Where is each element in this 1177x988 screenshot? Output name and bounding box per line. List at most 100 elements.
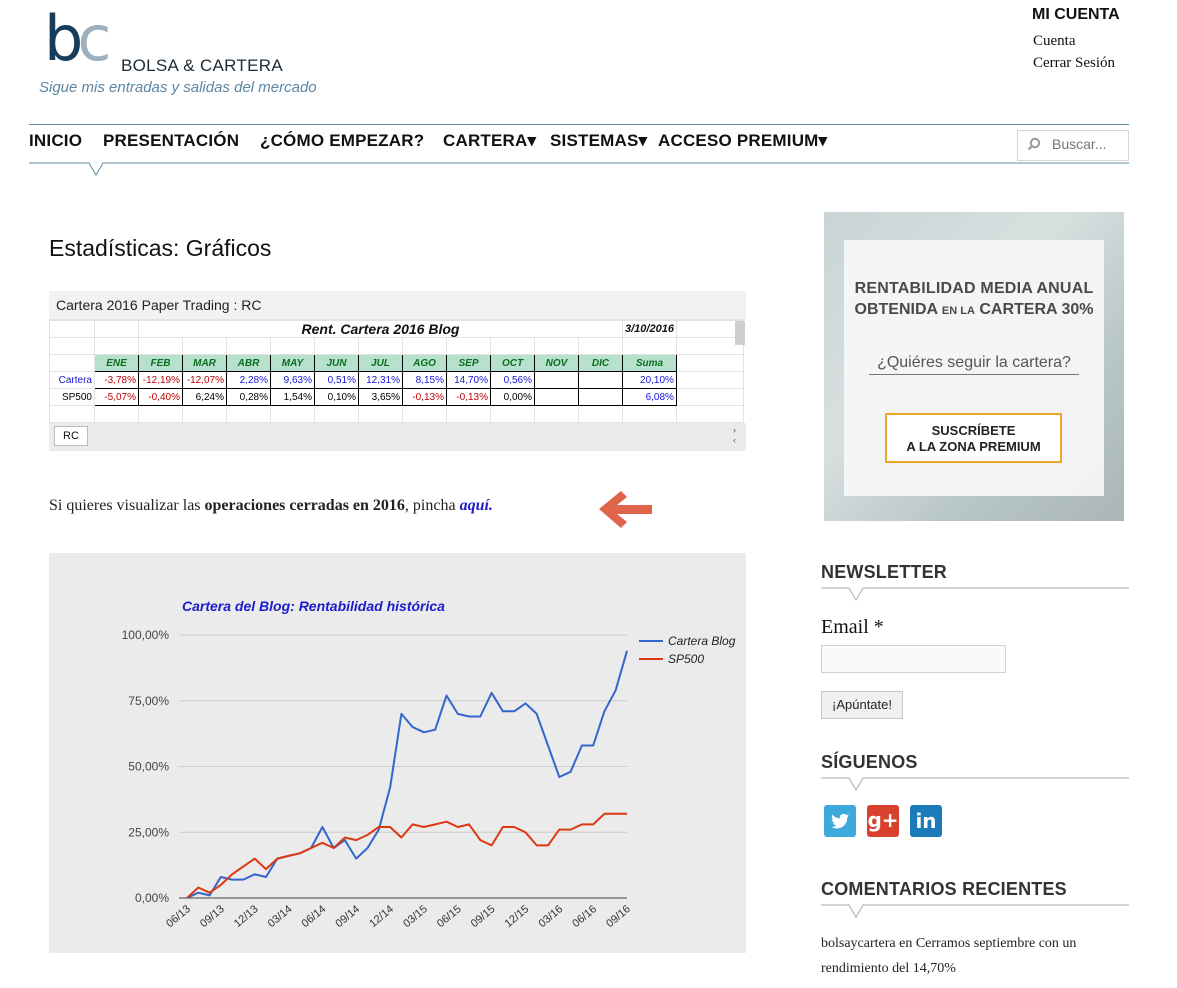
sheet-cell: 0,51% — [314, 371, 359, 389]
sheet-title: Cartera 2016 Paper Trading : RC — [56, 297, 262, 313]
nav-item-sistemas[interactable]: SISTEMAS▾ — [550, 131, 647, 151]
nav-item-presentacion[interactable]: PRESENTACIÓN — [103, 131, 239, 151]
sheet-cell: 3,65% — [358, 388, 403, 406]
sheet-cell: -0,13% — [446, 388, 491, 406]
subscribe-button[interactable]: ¡Apúntate! — [821, 691, 903, 719]
premium-promo-banner[interactable]: RENTABILIDAD MEDIA ANUAL OBTENIDA EN LA … — [824, 212, 1124, 521]
month-header: ENE — [94, 354, 139, 372]
sheet-cell: 0,56% — [490, 371, 535, 389]
sheet-scrollbar[interactable] — [735, 321, 745, 345]
arrow-left-icon — [599, 491, 652, 528]
y-tick-label: 50,00% — [128, 760, 169, 774]
month-header: MAR — [182, 354, 227, 372]
sheet-cell: 0,28% — [226, 388, 271, 406]
sheet-cell — [534, 371, 579, 389]
comment-connector: en — [895, 936, 916, 951]
sheet-cell: 0,10% — [314, 388, 359, 406]
x-tick-label: 06/16 — [570, 903, 599, 930]
recent-comments-heading: COMENTARIOS RECIENTES — [821, 879, 1067, 899]
sheet-cell: 0,00% — [490, 388, 535, 406]
search-input[interactable] — [1050, 135, 1128, 153]
month-header: DIC — [578, 354, 623, 372]
nav-item-inicio[interactable]: INICIO — [29, 131, 82, 151]
sheet-cell: -3,78% — [94, 371, 139, 389]
sheet-cell: -12,07% — [182, 371, 227, 389]
comments-divider — [821, 904, 1129, 918]
sheet-cell: 1,54% — [270, 388, 315, 406]
chart-title: Cartera del Blog: Rentabilidad histórica — [182, 598, 445, 614]
sheet-row-cartera: Cartera -3,78% -12,19% -12,07% 2,28% 9,6… — [49, 371, 744, 389]
nav-item-acceso-premium[interactable]: ACCESO PREMIUM▾ — [658, 131, 827, 151]
follow-heading: SÍGUENOS — [821, 752, 918, 772]
x-tick-label: 09/13 — [198, 903, 227, 930]
search-box[interactable] — [1017, 130, 1129, 161]
twitter-icon[interactable] — [824, 805, 856, 837]
promo-line2a: OBTENIDA — [854, 301, 942, 318]
line-chart: Cartera del Blog: Rentabilidad histórica… — [49, 553, 746, 953]
month-header: ABR — [226, 354, 271, 372]
sheet-cell: 2,28% — [226, 371, 271, 389]
y-tick-label: 75,00% — [128, 694, 169, 708]
sheet-row-sp500: SP500 -5,07% -0,40% 6,24% 0,28% 1,54% 0,… — [49, 388, 744, 406]
sheet-cell: 20,10% — [622, 371, 677, 389]
sheet-cell — [578, 371, 623, 389]
x-tick-label: 06/14 — [300, 903, 329, 930]
newsletter-heading: NEWSLETTER — [821, 562, 947, 582]
site-logo[interactable]: bc — [44, 8, 111, 70]
sheet-header: Cartera 2016 Paper Trading : RC — [49, 291, 746, 320]
aqui-link[interactable]: aquí. — [460, 497, 493, 514]
nav-bottom-border — [29, 162, 1129, 176]
legend-label: Cartera Blog — [668, 634, 736, 648]
x-tick-label: 12/13 — [232, 903, 261, 930]
x-tick-label: 12/14 — [367, 903, 396, 930]
follow-divider — [821, 777, 1129, 791]
month-header: NOV — [534, 354, 579, 372]
x-tick-label: 03/16 — [536, 903, 565, 930]
subscribe-premium-button[interactable]: SUSCRÍBETE A LA ZONA PREMIUM — [885, 413, 1062, 463]
sheet-cell — [578, 388, 623, 406]
legend-label: SP500 — [668, 652, 704, 666]
sheet-cell: 14,70% — [446, 371, 491, 389]
logo-letter-c: c — [77, 2, 111, 75]
twitter-bird-icon — [831, 813, 849, 829]
sheet-nav-arrows[interactable]: › ‹ — [733, 425, 736, 445]
page-title: Estadísticas: Gráficos — [49, 235, 272, 261]
sheet-cell: 8,15% — [402, 371, 447, 389]
promo-headline: RENTABILIDAD MEDIA ANUAL — [854, 280, 1094, 297]
google-plus-icon[interactable]: g+ — [867, 805, 899, 837]
month-header: OCT — [490, 354, 535, 372]
promo-subheadline: OBTENIDA EN LA CARTERA 30% — [844, 301, 1104, 319]
linkedin-icon[interactable]: in — [910, 805, 942, 837]
subscribe-line2: A LA ZONA PREMIUM — [906, 439, 1041, 454]
sheet-cell: 9,63% — [270, 371, 315, 389]
chart-svg: Cartera del Blog: Rentabilidad histórica… — [122, 598, 736, 930]
sentence-prefix: Si quieres visualizar las — [49, 497, 205, 514]
x-tick-label: 09/16 — [604, 903, 633, 930]
nav-item-como-empezar[interactable]: ¿CÓMO EMPEZAR? — [260, 131, 424, 151]
logout-link[interactable]: Cerrar Sesión — [1033, 55, 1115, 72]
nav-top-border — [29, 124, 1129, 125]
y-tick-label: 100,00% — [122, 628, 170, 642]
x-tick-label: 12/15 — [503, 903, 532, 930]
sheet-cell: 6,24% — [182, 388, 227, 406]
row-label: Cartera — [49, 371, 95, 389]
search-icon — [1027, 137, 1041, 151]
promo-question: ¿Quiéres seguir la cartera? — [869, 354, 1079, 375]
account-link[interactable]: Cuenta — [1033, 33, 1076, 50]
comment-author-link[interactable]: bolsaycartera — [821, 936, 896, 951]
sheet-heading: Rent. Cartera 2016 Blog — [138, 320, 623, 338]
sentence-bold: operaciones cerradas en 2016 — [204, 497, 405, 514]
nav-item-cartera[interactable]: CARTERA▾ — [443, 131, 536, 151]
x-tick-label: 09/14 — [333, 903, 362, 930]
embedded-spreadsheet[interactable]: Cartera 2016 Paper Trading : RC Rent. Ca… — [49, 291, 746, 451]
account-title: MI CUENTA — [1032, 6, 1120, 23]
sheet-tab[interactable]: RC — [54, 426, 88, 446]
sheet-footer: RC › ‹ — [49, 423, 746, 451]
site-name[interactable]: BOLSA & CARTERA — [121, 56, 283, 76]
sheet-grid: Rent. Cartera 2016 Blog 3/10/2016 ENE FE… — [49, 320, 744, 423]
row-label: SP500 — [49, 388, 95, 406]
email-field[interactable] — [821, 645, 1006, 673]
sheet-cell: -0,13% — [402, 388, 447, 406]
sheet-cell: -0,40% — [138, 388, 183, 406]
sheet-cell: 6,08% — [622, 388, 677, 406]
